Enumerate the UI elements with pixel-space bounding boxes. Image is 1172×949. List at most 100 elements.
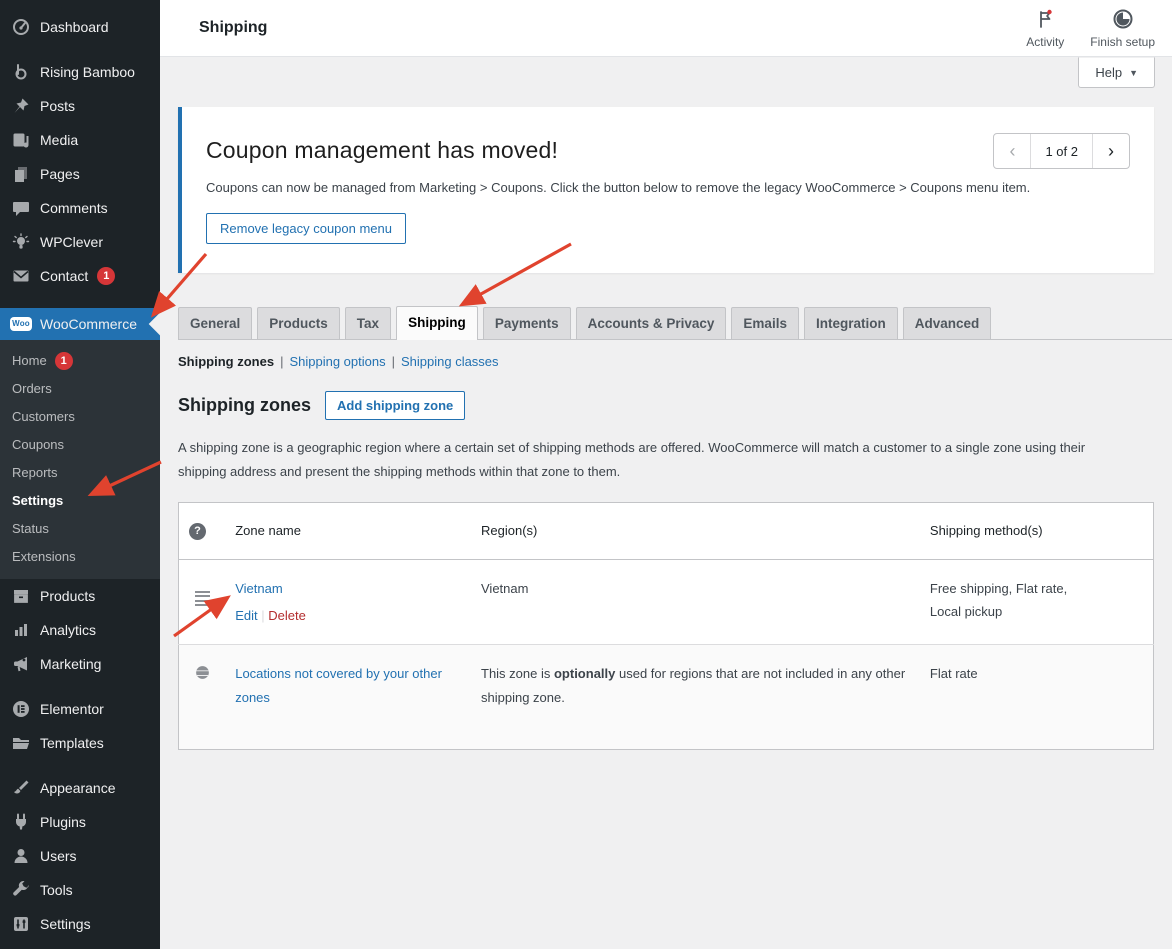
sidebar-item-label: Appearance [40,780,116,796]
pages-icon [11,164,31,184]
activity-flag-icon [1034,8,1056,33]
rising-bamboo-icon [11,62,31,82]
sidebar-item-label: Rising Bamboo [40,64,135,80]
tab-tax[interactable]: Tax [345,307,391,339]
zone-methods-value: Free shipping, Flat rate, Local pickup [920,559,1154,645]
plug-icon [11,812,31,832]
sidebar-item-label: Templates [40,735,104,751]
tab-emails[interactable]: Emails [731,307,799,339]
admin-content: Shipping Activity Finish setup Help ▼ Co… [160,0,1172,949]
user-icon [11,846,31,866]
sidebar-item-rising-bamboo[interactable]: Rising Bamboo [0,55,160,89]
lightbulb-icon [11,232,31,252]
admin-sidebar: Dashboard Rising Bamboo Posts Media Page… [0,0,160,949]
pagination-next-button[interactable]: › [1093,133,1129,169]
sidebar-item-label: Pages [40,166,80,182]
help-tip-icon[interactable]: ? [189,523,206,540]
globe-icon [194,669,211,684]
sidebar-item-label: Users [40,848,77,864]
shipping-subnav: Shipping zones | Shipping options | Ship… [178,354,1154,369]
tab-general[interactable]: General [178,307,252,339]
elementor-icon [11,699,31,719]
settings-sliders-icon [11,914,31,934]
woocommerce-submenu: Home 1 Orders Customers Coupons Reports … [0,340,160,579]
submenu-item-settings[interactable]: Settings [0,487,160,515]
delete-zone-link[interactable]: Delete [268,608,306,623]
finish-setup-button[interactable]: Finish setup [1090,8,1155,49]
sidebar-item-label: Marketing [40,656,101,672]
submenu-item-orders[interactable]: Orders [0,375,160,403]
column-header-shipping-methods: Shipping method(s) [920,503,1154,560]
sidebar-item-label: Media [40,132,78,148]
pagination-count: 1 of 2 [1030,134,1093,168]
activity-button[interactable]: Activity [1026,8,1064,49]
sidebar-item-woocommerce[interactable]: Woo WooCommerce [0,308,160,340]
tab-products[interactable]: Products [257,307,340,339]
sidebar-item-comments[interactable]: Comments [0,191,160,225]
sidebar-item-users[interactable]: Users [0,839,160,873]
sidebar-item-templates[interactable]: Templates [0,726,160,760]
sidebar-item-label: Posts [40,98,75,114]
sidebar-item-label: WPClever [40,234,103,250]
tab-payments[interactable]: Payments [483,307,571,339]
help-dropdown-button[interactable]: Help ▼ [1078,57,1155,88]
zone-regions-value: This zone is optionally used for regions… [471,645,920,750]
sidebar-item-analytics[interactable]: Analytics [0,613,160,647]
sidebar-item-contact[interactable]: Contact 1 [0,259,160,293]
sidebar-item-appearance[interactable]: Appearance [0,771,160,805]
bar-chart-icon [11,620,31,640]
sidebar-item-settings[interactable]: Settings [0,907,160,941]
envelope-icon [11,266,31,286]
chevron-left-icon: ‹ [1009,141,1015,162]
drag-handle-icon[interactable] [195,586,210,607]
sidebar-item-label: Contact [40,268,88,284]
pushpin-icon [11,96,31,116]
remove-legacy-coupon-menu-button[interactable]: Remove legacy coupon menu [206,213,406,244]
sidebar-item-marketing[interactable]: Marketing [0,647,160,681]
submenu-item-customers[interactable]: Customers [0,403,160,431]
home-count-badge: 1 [55,352,73,370]
sidebar-item-wpclever[interactable]: WPClever [0,225,160,259]
zone-name-link[interactable]: Locations not covered by your other zone… [235,662,443,709]
notice-pagination: ‹ 1 of 2 › [993,133,1130,169]
sidebar-item-label: Analytics [40,622,96,638]
sidebar-item-products[interactable]: Products [0,579,160,613]
woocommerce-logo-icon: Woo [11,314,31,334]
tab-accounts-privacy[interactable]: Accounts & Privacy [576,307,727,339]
sidebar-item-pages[interactable]: Pages [0,157,160,191]
sidebar-item-tools[interactable]: Tools [0,873,160,907]
subnav-shipping-zones[interactable]: Shipping zones [178,354,274,369]
sidebar-item-posts[interactable]: Posts [0,89,160,123]
tab-shipping[interactable]: Shipping [396,306,478,340]
settings-tabs: General Products Tax Shipping Payments A… [178,306,1172,340]
sidebar-item-plugins[interactable]: Plugins [0,805,160,839]
submenu-item-extensions[interactable]: Extensions [0,543,160,571]
sidebar-item-label: Dashboard [40,19,109,35]
sidebar-item-dashboard[interactable]: Dashboard [0,10,160,44]
sidebar-item-elementor[interactable]: Elementor [0,692,160,726]
shipping-zones-description: A shipping zone is a geographic region w… [178,436,1136,484]
subnav-shipping-classes[interactable]: Shipping classes [401,354,499,369]
submenu-item-coupons[interactable]: Coupons [0,431,160,459]
comment-bubble-icon [11,198,31,218]
tab-integration[interactable]: Integration [804,307,898,339]
pagination-prev-button[interactable]: ‹ [994,133,1030,169]
submenu-item-reports[interactable]: Reports [0,459,160,487]
subnav-shipping-options[interactable]: Shipping options [289,354,385,369]
woocommerce-header: Shipping Activity Finish setup [160,0,1172,57]
submenu-item-status[interactable]: Status [0,515,160,543]
contact-count-badge: 1 [97,267,115,285]
sidebar-item-label: Products [40,588,95,604]
coupon-moved-notice: Coupon management has moved! Coupons can… [178,107,1154,273]
tab-advanced[interactable]: Advanced [903,307,992,339]
sidebar-item-media[interactable]: Media [0,123,160,157]
zone-name-link[interactable]: Vietnam [235,577,282,600]
add-shipping-zone-button[interactable]: Add shipping zone [325,391,465,420]
megaphone-icon [11,654,31,674]
table-row-locations-not-covered: Locations not covered by your other zone… [179,645,1154,750]
zone-regions-value: Vietnam [471,559,920,645]
edit-zone-link[interactable]: Edit [235,608,257,623]
table-header-row: ? Zone name Region(s) Shipping method(s) [179,503,1154,560]
submenu-item-home[interactable]: Home 1 [0,347,160,375]
shipping-zones-table: ? Zone name Region(s) Shipping method(s)… [178,502,1154,750]
